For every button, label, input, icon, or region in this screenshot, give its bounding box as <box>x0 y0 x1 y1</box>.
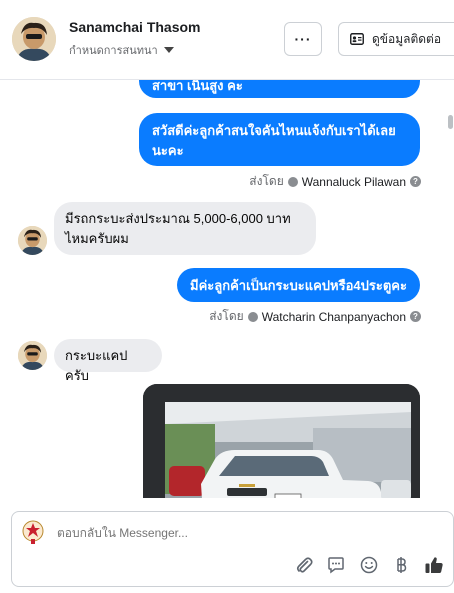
message-text: มีค่ะลูกค้าเป็นกระบะแคปหรือ4ประตูคะ <box>190 278 407 293</box>
message-text: สาขา เนินสูง คะ <box>152 80 243 93</box>
attachment-icon[interactable] <box>293 554 315 576</box>
help-icon[interactable]: ? <box>410 176 421 187</box>
outgoing-message: มีค่ะลูกค้าเป็นกระบะแคปหรือ4ประตูคะ <box>177 268 420 302</box>
view-contact-info-button[interactable]: ดูข้อมูลติดต่อ <box>338 22 454 56</box>
conversation-header: Sanamchai Thasom กำหนดการสนทนา ··· ดูข้อ… <box>0 0 454 80</box>
sent-by-info: ส่งโดย Wannaluck Pilawan ? <box>249 172 421 191</box>
image-attachment[interactable] <box>143 384 420 498</box>
chevron-down-icon <box>163 47 174 53</box>
verified-icon <box>247 311 258 322</box>
message-text: สวัสดีค่ะลูกค้าสนใจคันไหนแจ้งกับเราได้เล… <box>152 123 396 138</box>
message-text: นะคะ <box>152 143 184 158</box>
sender-name: Wannaluck Pilawan <box>301 174 406 189</box>
view-contact-info-label: ดูข้อมูลติดต่อ <box>372 31 442 46</box>
assign-label: กำหนดการสนทนา <box>69 45 158 57</box>
message-thread[interactable]: สาขา เนินสูง คะ สวัสดีค่ะลูกค้าสนใจคันไห… <box>0 80 454 498</box>
help-icon[interactable]: ? <box>410 311 421 322</box>
message-text: กระบะแคปครับ <box>65 348 128 383</box>
sent-by-prefix: ส่งโดย <box>249 174 284 188</box>
emoji-icon[interactable] <box>358 554 380 576</box>
message-text: มีรถกระบะส่งประมาณ 5,000-6,000 บาท <box>65 211 291 226</box>
assign-conversation-dropdown[interactable]: กำหนดการสนทนา <box>69 41 174 59</box>
contact-name[interactable]: Sanamchai Thasom <box>69 19 201 35</box>
more-icon: ··· <box>294 31 312 47</box>
page-avatar <box>22 520 44 544</box>
message-text: ไหมครับผม <box>65 231 129 246</box>
more-options-button[interactable]: ··· <box>284 22 322 56</box>
car-photo <box>143 384 420 498</box>
sent-by-prefix: ส่งโดย <box>209 309 244 323</box>
contact-avatar-small <box>18 226 47 255</box>
outgoing-message: สวัสดีค่ะลูกค้าสนใจคันไหนแจ้งกับเราได้เล… <box>139 113 420 166</box>
contact-avatar-small <box>18 341 47 370</box>
incoming-message: มีรถกระบะส่งประมาณ 5,000-6,000 บาท ไหมคร… <box>54 202 316 255</box>
sender-name: Watcharin Chanpanyachon <box>261 309 406 324</box>
incoming-message: กระบะแคปครับ <box>54 339 162 383</box>
message-composer <box>11 511 454 587</box>
contact-avatar[interactable] <box>12 17 56 61</box>
scrollbar[interactable] <box>448 115 453 129</box>
outgoing-message: สาขา เนินสูง คะ <box>139 80 420 98</box>
verified-icon <box>287 176 298 187</box>
sent-by-info: ส่งโดย Watcharin Chanpanyachon ? <box>209 307 421 326</box>
saved-reply-icon[interactable] <box>325 554 347 576</box>
baht-icon[interactable] <box>390 554 412 576</box>
like-icon[interactable] <box>423 554 445 576</box>
reply-input[interactable] <box>57 526 437 540</box>
contact-card-icon <box>350 33 364 45</box>
